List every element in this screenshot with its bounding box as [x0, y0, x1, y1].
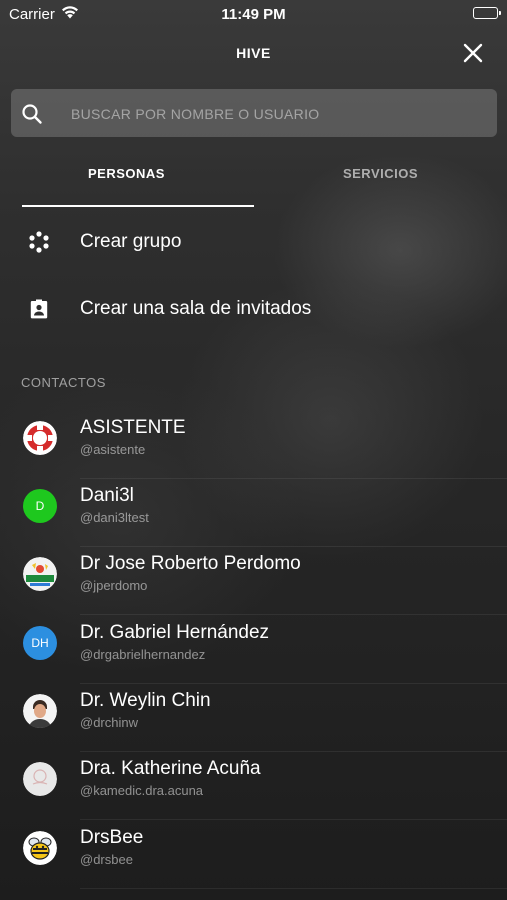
avatar-initials: DH [31, 636, 49, 650]
tab-personas[interactable]: PERSONAS [0, 166, 253, 206]
create-group-label: Crear grupo [80, 231, 182, 252]
search-input[interactable] [69, 89, 483, 139]
contact-handle: @dani3ltest [80, 510, 149, 525]
close-icon [463, 43, 483, 63]
person-photo [23, 694, 57, 728]
lifebuoy-icon [23, 421, 57, 455]
battery-icon [473, 7, 501, 19]
create-group-button[interactable]: Crear grupo [0, 211, 507, 271]
contact-row[interactable]: ASISTENTE @asistente [0, 411, 507, 479]
close-button[interactable] [461, 41, 485, 65]
contact-name: Dr. Gabriel Hernández [80, 622, 270, 643]
contact-handle: @drsbee [80, 852, 133, 867]
contact-handle: @kamedic.dra.acuna [80, 783, 204, 798]
contact-name: Dr. Weylin Chin [80, 690, 211, 711]
contact-name: Dr Jose Roberto Perdomo [80, 553, 301, 574]
contact-row[interactable]: D Dani3l @dani3ltest [0, 479, 507, 547]
status-bar: Carrier 11:49 PM [0, 0, 507, 28]
group-dots-icon [27, 230, 51, 259]
contact-row[interactable]: DH Dr. Gabriel Hernández @drgabrielherna… [0, 616, 507, 684]
contact-name: DrsBee [80, 827, 144, 848]
create-guest-room-button[interactable]: Crear una sala de invitados [0, 279, 507, 339]
row-divider [80, 819, 507, 820]
active-tab-indicator [22, 205, 254, 207]
llama-logo [23, 557, 57, 591]
search-bar[interactable] [11, 89, 497, 139]
contact-row[interactable]: Dr Jose Roberto Perdomo @jperdomo [0, 547, 507, 615]
guest-badge-icon [27, 297, 51, 326]
tab-servicios[interactable]: SERVICIOS [254, 166, 507, 206]
bee-icon [23, 831, 57, 865]
contacts-section-header: CONTACTOS [21, 375, 106, 390]
row-divider [80, 888, 507, 889]
avatar: D [23, 489, 57, 523]
contact-row[interactable]: Dra. Katherine Acuña @kamedic.dra.acuna [0, 752, 507, 820]
contact-handle: @asistente [80, 442, 146, 457]
avatar: DH [23, 626, 57, 660]
clock: 11:49 PM [221, 6, 286, 23]
contact-handle: @drchinw [80, 715, 138, 730]
page-title: HIVE [236, 45, 271, 61]
contact-name: Dani3l [80, 485, 134, 506]
contact-handle: @jperdomo [80, 578, 148, 593]
logo-placeholder [23, 762, 57, 796]
avatar-initials: D [35, 499, 45, 513]
contact-name: ASISTENTE [80, 417, 186, 438]
contact-row[interactable]: DrsBee @drsbee [0, 821, 507, 889]
contact-name: Dra. Katherine Acuña [80, 758, 261, 779]
contact-handle: @drgabrielhernandez [80, 647, 206, 662]
create-guest-room-label: Crear una sala de invitados [80, 298, 312, 319]
contact-row[interactable]: Dr. Weylin Chin @drchinw [0, 684, 507, 752]
row-divider [80, 614, 507, 615]
search-icon [21, 103, 43, 130]
